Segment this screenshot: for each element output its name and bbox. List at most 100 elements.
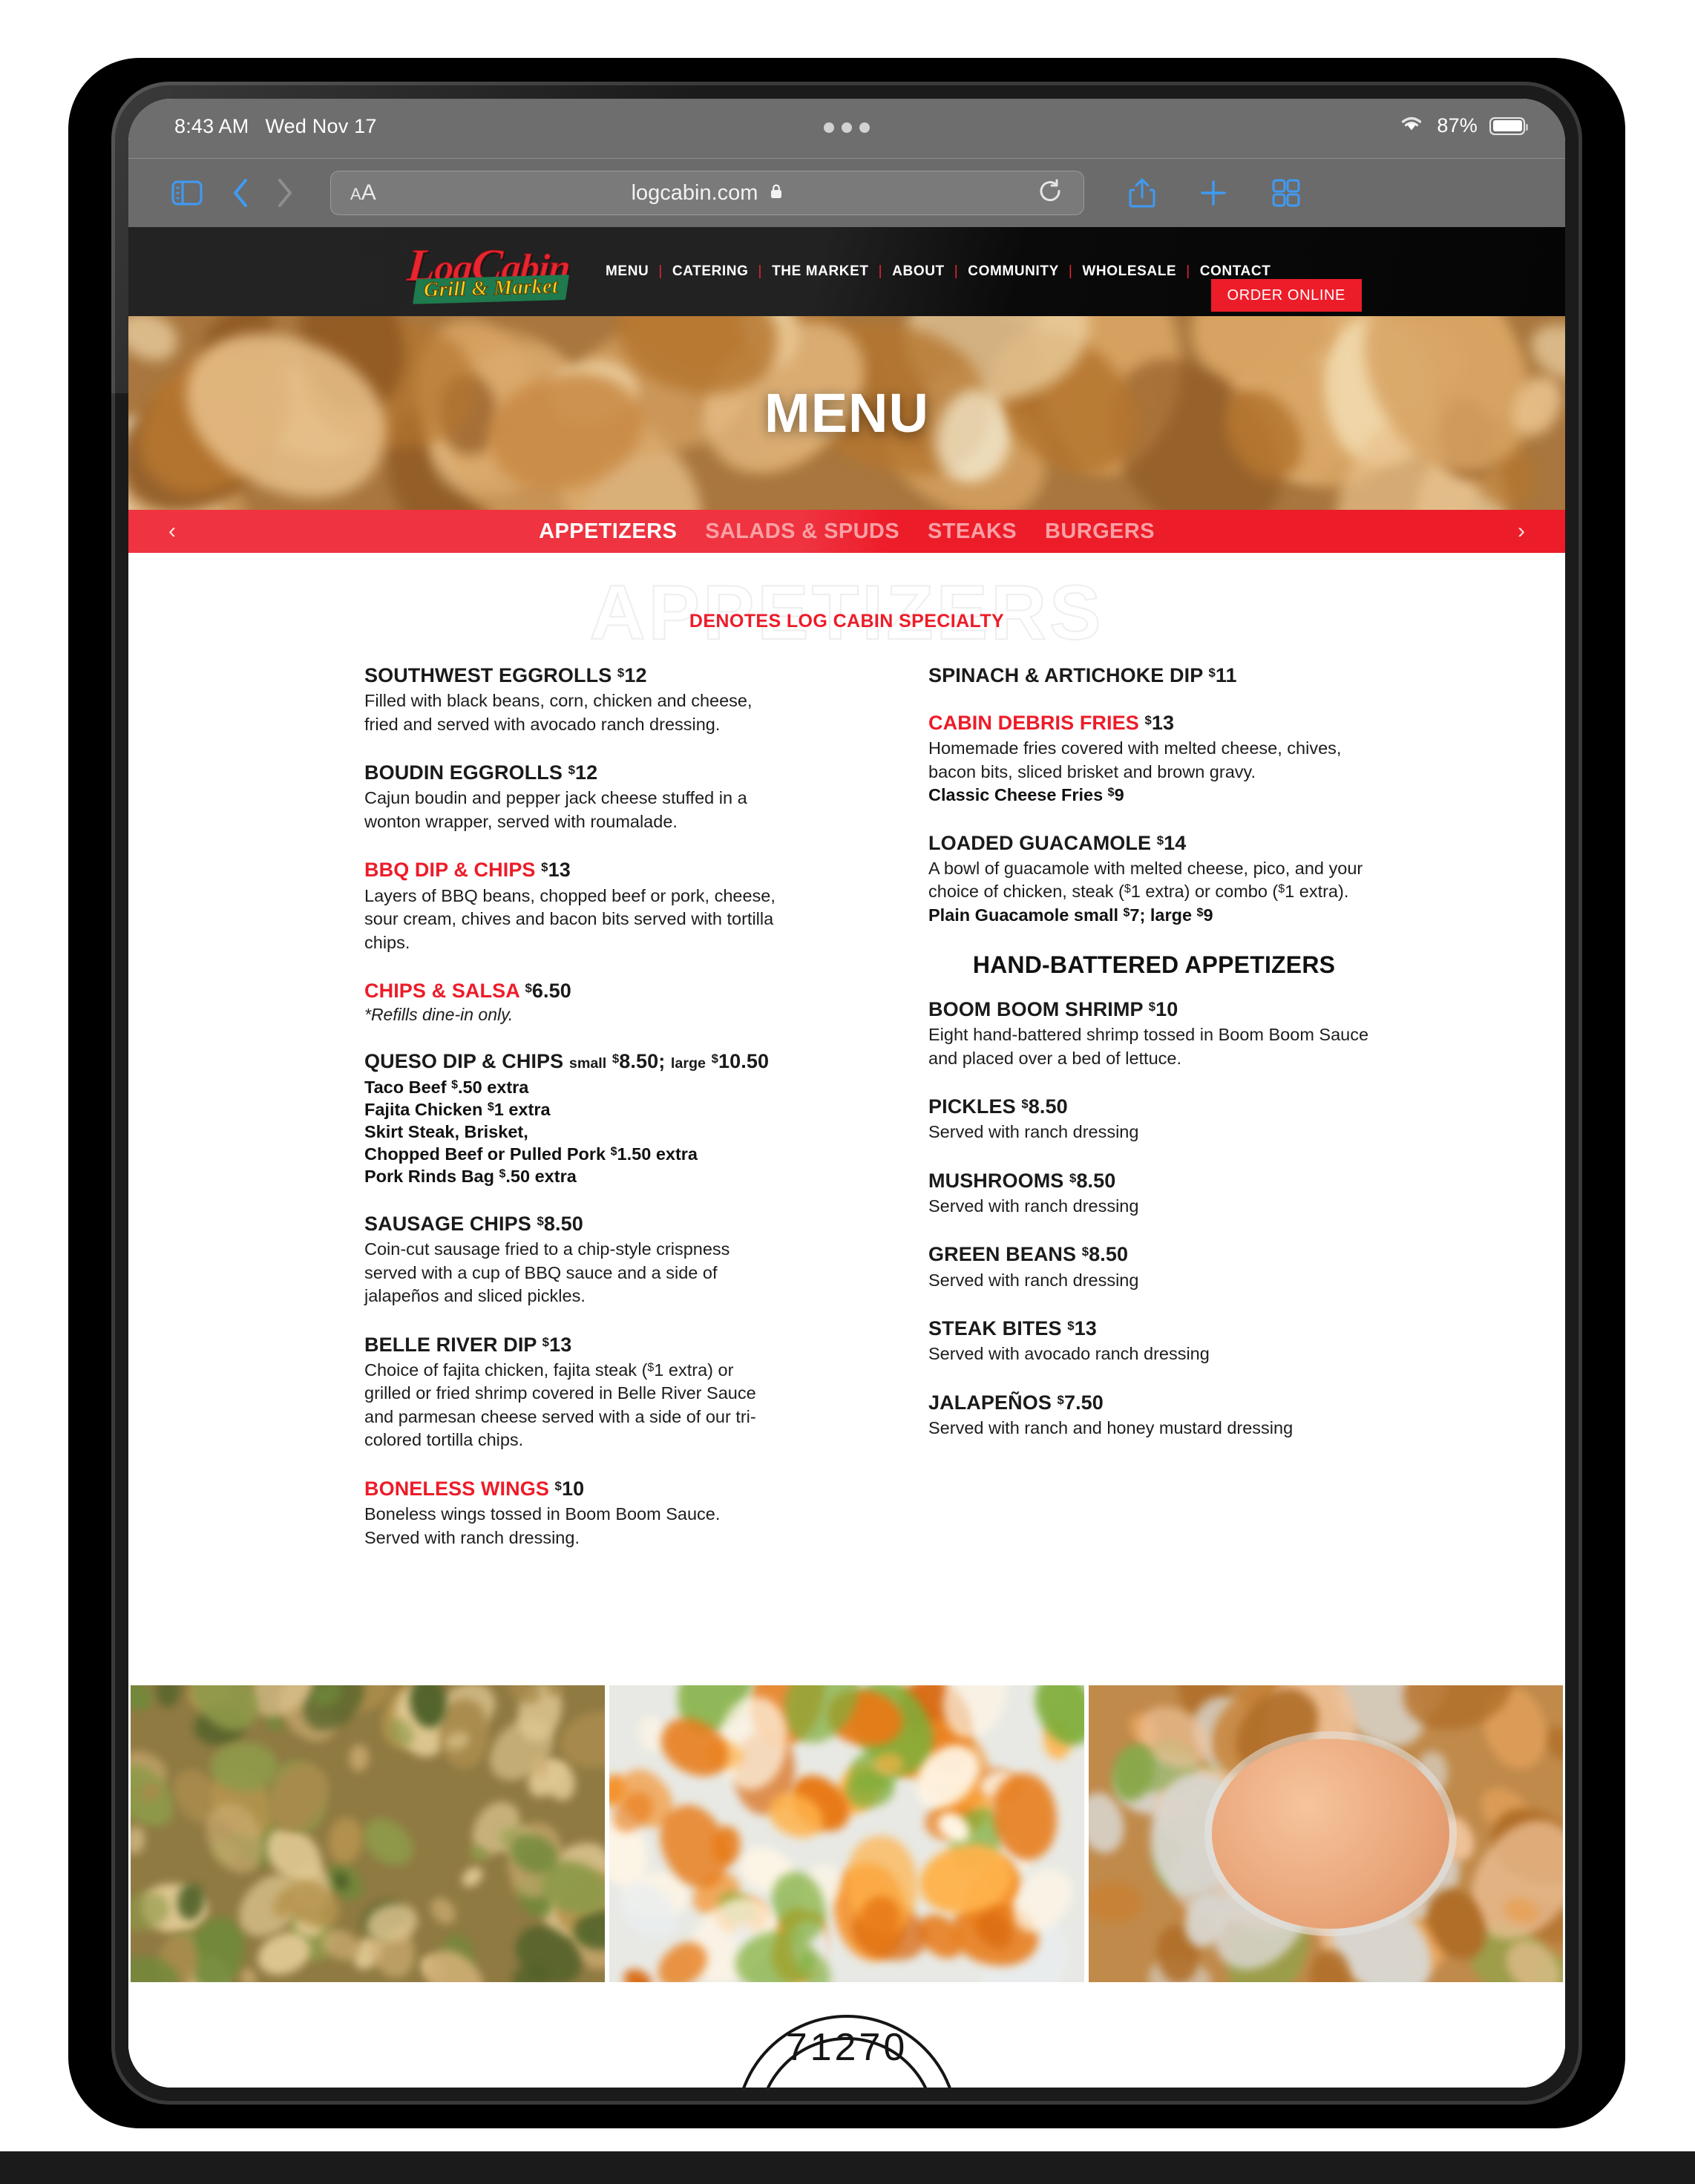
menu-item: MUSHROOMS $8.50 Served with ranch dressi… [928, 1170, 1380, 1219]
menu-item-description: Eight hand-battered shrimp tossed in Boo… [928, 1025, 1369, 1068]
menu-item-addon: Fajita Chicken $1 extra [364, 1099, 551, 1119]
url-bar[interactable]: AA logcabin.com [330, 171, 1084, 215]
nav-item-wholesale[interactable]: WHOLESALE [1082, 263, 1176, 280]
sidebar-icon[interactable] [171, 180, 203, 206]
menu-item-name: STEAK BITES [928, 1317, 1062, 1340]
nav-item-menu[interactable]: MENU [606, 263, 649, 280]
nav-item-catering[interactable]: CATERING [672, 263, 749, 280]
nav-item-about[interactable]: ABOUT [892, 263, 945, 280]
menu-item-heading: QUESO DIP & CHIPS small $8.50; large $10… [364, 1050, 780, 1072]
menu-item-addon: Taco Beef $.50 extra [364, 1077, 529, 1097]
menu-item-name: CABIN DEBRIS FRIES [928, 712, 1139, 735]
menu-item: BELLE RIVER DIP $13 Choice of fajita chi… [364, 1334, 780, 1452]
menu-item: PICKLES $8.50 Served with ranch dressing [928, 1095, 1380, 1144]
menu-item-description: Served with ranch dressing [928, 1196, 1139, 1216]
logcabin-logo[interactable]: LogCabin Grill & Market [405, 238, 574, 305]
menu-item-description: Homemade fries covered with melted chees… [928, 738, 1342, 781]
menu-item-name: BOUDIN EGGROLLS [364, 761, 563, 784]
menu-item: LOADED GUACAMOLE $14 A bowl of guacamole… [928, 832, 1380, 926]
menu-item-price: $13 [542, 1333, 572, 1356]
menu-item-name: JALAPEÑOS [928, 1391, 1052, 1414]
nav-separator: | [954, 263, 959, 279]
tab-steaks[interactable]: STEAKS [928, 519, 1017, 544]
menu-item: BBQ DIP & CHIPS $13 Layers of BBQ beans,… [364, 859, 780, 954]
food-photo-strip [128, 1685, 1565, 1982]
postmark-zip: 71270 [785, 2026, 908, 2069]
menu-item-name: BBQ DIP & CHIPS [364, 859, 536, 882]
multitask-dot [859, 122, 870, 133]
menu-item-heading: BELLE RIVER DIP $13 [364, 1334, 780, 1356]
menu-item-heading: CABIN DEBRIS FRIES $13 [928, 712, 1380, 734]
page-title: MENU [764, 382, 929, 444]
nav-separator: | [1186, 263, 1190, 279]
menu-item-heading: MUSHROOMS $8.50 [928, 1170, 1380, 1192]
menu-item-name: BONELESS WINGS [364, 1477, 549, 1500]
chevron-right-icon[interactable] [275, 177, 295, 209]
menu-item-heading: SOUTHWEST EGGROLLS $12 [364, 664, 780, 686]
category-prev-arrow[interactable]: ‹ [168, 519, 176, 544]
menu-item-heading: BOUDIN EGGROLLS $12 [364, 761, 780, 784]
nav-item-community[interactable]: COMMUNITY [968, 263, 1059, 280]
status-time: 8:43 AM [174, 115, 249, 137]
nav-separator: | [758, 263, 763, 279]
battery-percent: 87% [1437, 114, 1478, 137]
category-next-arrow[interactable]: › [1518, 519, 1525, 544]
menu-item-price-small: $8.50; [612, 1050, 666, 1073]
eggrolls-with-dipping-sauce-photo [1088, 1685, 1563, 1982]
menu-column-right: SPINACH & ARTICHOKE DIP $11 CABIN DEBRIS… [847, 664, 1565, 1575]
wifi-icon [1398, 114, 1425, 138]
menu-item-price: $11 [1208, 664, 1237, 686]
tab-overview-icon[interactable] [1271, 178, 1301, 208]
menu-item-addon: Skirt Steak, Brisket, [364, 1121, 528, 1141]
menu-item-name: BOOM BOOM SHRIMP [928, 997, 1144, 1020]
menu-item-name: GREEN BEANS [928, 1243, 1077, 1266]
menu-item-note: *Refills dine-in only. [364, 1005, 514, 1025]
menu-item-addon: Classic Cheese Fries $9 [928, 785, 1124, 805]
menu-item-name: CHIPS & SALSA [364, 980, 519, 1003]
menu-item-description: Served with ranch dressing [928, 1122, 1139, 1142]
menu-item: STEAK BITES $13 Served with avocado ranc… [928, 1317, 1380, 1366]
menu-item: BONELESS WINGS $10 Boneless wings tossed… [364, 1478, 780, 1550]
tab-burgers[interactable]: BURGERS [1045, 519, 1155, 544]
text-size-button[interactable]: AA [350, 180, 376, 206]
reload-icon[interactable] [1037, 179, 1063, 208]
menu-item-price: $12 [568, 761, 598, 784]
menu-content: APPETIZERS DENOTES LOG CABIN SPECIALTY S… [128, 553, 1565, 1547]
menu-item-heading: BBQ DIP & CHIPS $13 [364, 859, 780, 881]
menu-item-name: BELLE RIVER DIP [364, 1333, 537, 1356]
chevron-left-icon[interactable] [231, 177, 250, 209]
nav-separator: | [878, 263, 883, 279]
menu-item-description: Cajun boudin and pepper jack cheese stuf… [364, 788, 747, 831]
menu-item-price: $13 [1067, 1317, 1097, 1340]
nav-separator: | [658, 263, 663, 279]
tab-salads-spuds[interactable]: SALADS & SPUDS [705, 519, 899, 544]
order-online-button[interactable]: ORDER ONLINE [1210, 279, 1362, 312]
menu-item-heading: SPINACH & ARTICHOKE DIP $11 [928, 664, 1380, 686]
nav-item-contact[interactable]: CONTACT [1200, 263, 1271, 280]
menu-item-heading: LOADED GUACAMOLE $14 [928, 832, 1380, 854]
fried-green-beans-photo [131, 1685, 606, 1982]
site-navigation: MENU | CATERING | THE MARKET | ABOUT | COMMU… [606, 263, 1271, 280]
tab-appetizers[interactable]: APPETIZERS [539, 519, 677, 544]
plus-icon[interactable] [1199, 178, 1228, 208]
specialty-legend: DENOTES LOG CABIN SPECIALTY [689, 611, 1005, 632]
menu-item: BOUDIN EGGROLLS $12 Cajun boudin and pep… [364, 761, 780, 833]
menu-item-description: Coin-cut sausage fried to a chip-style c… [364, 1239, 730, 1306]
menu-item-price: $10 [1148, 997, 1178, 1020]
menu-item-price: $8.50 [1069, 1169, 1116, 1192]
nav-item-the-market[interactable]: THE MARKET [772, 263, 869, 280]
menu-item: QUESO DIP & CHIPS small $8.50; large $10… [364, 1050, 780, 1187]
menu-item: SPINACH & ARTICHOKE DIP $11 [928, 664, 1380, 686]
status-bar-right: 87% [1398, 114, 1528, 138]
multitask-handle[interactable] [824, 122, 870, 133]
battery-icon [1489, 117, 1528, 135]
menu-item-price: $12 [617, 664, 647, 686]
menu-item-heading: BOOM BOOM SHRIMP $10 [928, 998, 1380, 1020]
ios-status-bar: 8:43 AM Wed Nov 17 87% [128, 99, 1565, 158]
site-header: LogCabin Grill & Market MENU | CATERING | … [128, 227, 1565, 316]
menu-item-price: $13 [1144, 712, 1175, 735]
share-icon[interactable] [1129, 177, 1155, 209]
menu-item: CHIPS & SALSA $6.50 *Refills dine-in onl… [364, 980, 780, 1025]
menu-item-addon: Plain Guacamole small $7; large $9 [928, 905, 1213, 925]
menu-item-description: Served with ranch dressing [928, 1270, 1139, 1290]
